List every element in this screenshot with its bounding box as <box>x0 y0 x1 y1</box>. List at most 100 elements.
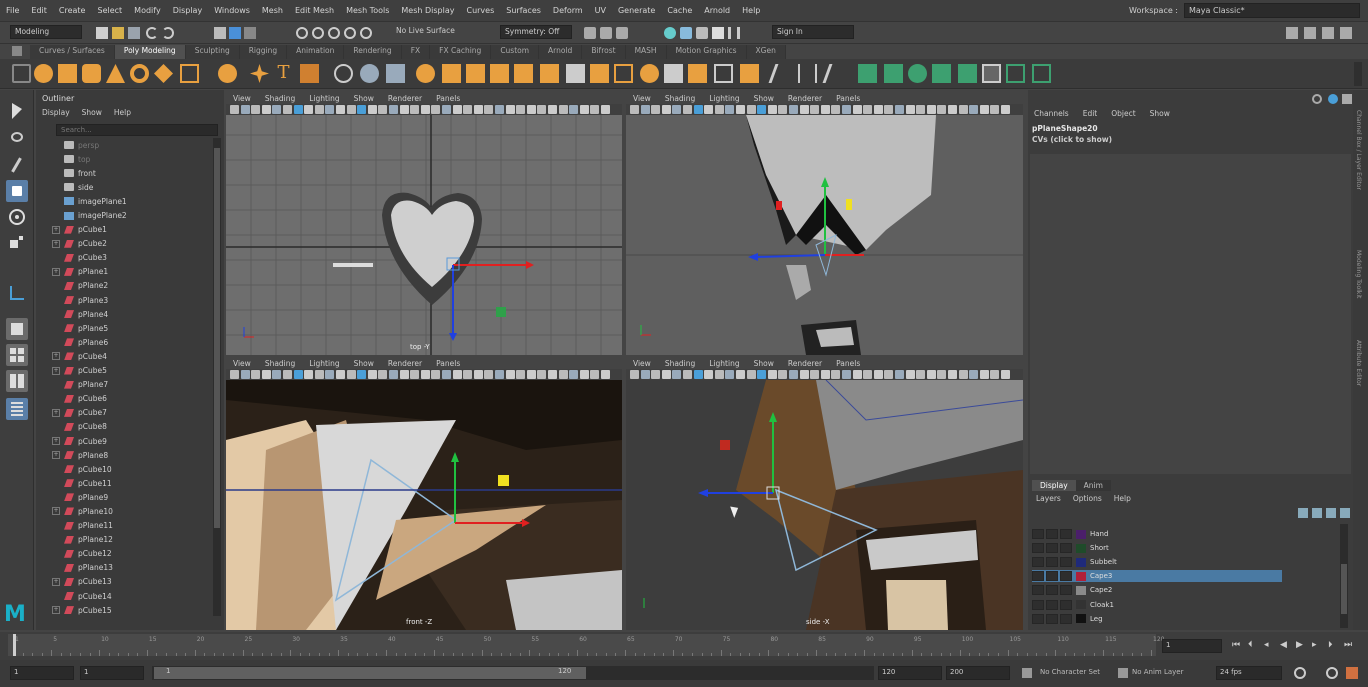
viewport-tool-icon[interactable] <box>569 105 579 114</box>
viewport-menu-shading[interactable]: Shading <box>658 358 702 369</box>
node-name[interactable]: pPlaneShape20 <box>1032 124 1098 133</box>
viewport-tool-icon[interactable] <box>357 105 367 114</box>
pause-icon[interactable] <box>728 27 740 39</box>
shelf-tab-xgen[interactable]: XGen <box>746 45 786 59</box>
boolean-icon[interactable] <box>416 64 435 83</box>
outliner-scrollbar[interactable] <box>213 138 221 616</box>
viewport-tool-icon[interactable] <box>810 105 820 114</box>
viewport-tool-icon[interactable] <box>537 370 547 379</box>
viewport-tool-icon[interactable] <box>558 105 568 114</box>
viewport-menu-view[interactable]: View <box>226 358 258 369</box>
fill-hole-icon[interactable] <box>566 64 585 83</box>
viewport-tool-icon[interactable] <box>579 370 589 379</box>
ipr-render-icon[interactable] <box>616 27 628 39</box>
viewport-tool-icon[interactable] <box>484 105 494 114</box>
menu-mesh-tools[interactable]: Mesh Tools <box>340 6 395 15</box>
viewport-tool-icon[interactable] <box>905 105 915 114</box>
smooth-icon[interactable] <box>386 64 405 83</box>
viewport-tool-icon[interactable] <box>767 370 777 379</box>
shelf-tab-fx[interactable]: FX <box>401 45 431 59</box>
outliner-item[interactable]: pPlane5 <box>50 321 210 335</box>
layer-reference-toggle[interactable] <box>1060 543 1072 554</box>
multi-cut-icon[interactable] <box>768 64 795 83</box>
viewport-tool-icon[interactable] <box>336 370 345 379</box>
viewport-menu-show[interactable]: Show <box>347 93 381 104</box>
snap-grid-icon[interactable] <box>296 27 308 39</box>
outliner-item[interactable]: pPlane6 <box>50 335 210 349</box>
platonic-solid-icon[interactable] <box>218 64 237 83</box>
outliner-item[interactable]: + pCube2 <box>50 237 210 251</box>
spherical-mapping-icon[interactable] <box>908 64 927 83</box>
viewport-tool-icon[interactable] <box>979 105 989 114</box>
viewport-menu-panels[interactable]: Panels <box>429 93 467 104</box>
layer-visibility-toggle[interactable] <box>1032 571 1044 582</box>
poly-disc-icon[interactable] <box>180 64 199 83</box>
layer-color-swatch[interactable] <box>1076 543 1086 553</box>
anim-layer-field[interactable]: No Anim Layer <box>1132 668 1183 676</box>
viewport-tool-icon[interactable] <box>746 105 756 114</box>
paint-select-icon[interactable] <box>6 154 28 176</box>
poly-torus-icon[interactable] <box>130 64 149 83</box>
menu-set-dropdown[interactable]: Modeling <box>10 25 82 39</box>
playback-end-field[interactable]: 120 <box>878 666 942 680</box>
viewport-tool-icon[interactable] <box>442 370 451 379</box>
bridge-icon[interactable] <box>466 64 485 83</box>
viewport-tool-icon[interactable] <box>548 370 557 379</box>
viewport-tool-icon[interactable] <box>640 370 650 379</box>
shelf-tab-animation[interactable]: Animation <box>287 45 345 59</box>
expand-icon[interactable]: + <box>52 451 60 460</box>
outliner-item[interactable]: pCube11 <box>50 476 210 490</box>
viewport-front[interactable]: View Shading Lighting Show Renderer Panels fr… <box>226 358 622 630</box>
viewport-tool-icon[interactable] <box>261 105 271 114</box>
viewport-tool-icon[interactable] <box>863 105 873 114</box>
viewport-tool-icon[interactable] <box>495 105 504 114</box>
layer-move-down-icon[interactable] <box>1340 508 1350 518</box>
viewport-tool-icon[interactable] <box>630 105 639 114</box>
live-surface-field[interactable]: No Live Surface <box>392 25 476 39</box>
viewport-tool-icon[interactable] <box>651 105 661 114</box>
render-frame-icon[interactable] <box>600 27 612 39</box>
menu-uv[interactable]: UV <box>589 6 612 15</box>
cut-uv-icon[interactable] <box>958 64 977 83</box>
outliner-item[interactable]: pPlane7 <box>50 378 210 392</box>
outliner-menu-display[interactable]: Display <box>42 108 70 117</box>
viewport-tool-icon[interactable] <box>399 370 409 379</box>
layer-visibility-toggle[interactable] <box>1032 543 1044 554</box>
new-layer-selected-icon[interactable] <box>1312 508 1322 518</box>
viewport-tool-icon[interactable] <box>283 105 292 114</box>
layer-row[interactable]: Hand <box>1032 528 1282 540</box>
viewport-tool-icon[interactable] <box>579 105 589 114</box>
viewport-tool-icon[interactable] <box>799 370 809 379</box>
outliner-item[interactable]: + pCube15 <box>50 603 210 617</box>
viewport-tool-icon[interactable] <box>484 370 494 379</box>
viewport-tool-icon[interactable] <box>283 370 292 379</box>
poke-icon[interactable] <box>664 64 683 83</box>
shelf-tab-bifrost[interactable]: Bifrost <box>582 45 626 59</box>
layer-menu-options[interactable]: Options <box>1073 494 1102 503</box>
layer-playback-toggle[interactable] <box>1046 613 1058 624</box>
shelf-tab-sculpting[interactable]: Sculpting <box>185 45 240 59</box>
animation-start-field[interactable]: 1 <box>10 666 74 680</box>
layer-reference-toggle[interactable] <box>1060 585 1072 596</box>
layer-playback-toggle[interactable] <box>1046 529 1058 539</box>
combine-icon[interactable] <box>334 64 353 83</box>
viewport-tool-icon[interactable] <box>683 370 692 379</box>
delete-edge-icon[interactable] <box>714 64 733 83</box>
menu-arnold[interactable]: Arnold <box>698 6 736 15</box>
viewport-tool-icon[interactable] <box>516 105 526 114</box>
select-tool-icon[interactable] <box>6 100 28 122</box>
viewport-tool-icon[interactable] <box>431 370 441 379</box>
layer-row[interactable]: Cape3 <box>1032 570 1282 583</box>
modeling-toolkit-icon[interactable] <box>1286 27 1298 39</box>
step-back-icon[interactable]: ⏴ <box>1248 640 1253 650</box>
viewport-tool-icon[interactable] <box>948 370 957 379</box>
channel-box-icon[interactable] <box>1340 27 1352 39</box>
viewport-tool-icon[interactable] <box>346 105 356 114</box>
layer-reference-toggle[interactable] <box>1060 571 1072 582</box>
viewport-tool-icon[interactable] <box>230 370 239 379</box>
snap-plane-icon[interactable] <box>344 27 356 39</box>
outliner-item[interactable]: + pCube13 <box>50 575 210 589</box>
layer-color-swatch[interactable] <box>1076 614 1086 624</box>
animation-end-field[interactable]: 200 <box>946 666 1010 680</box>
uv-editor-icon[interactable] <box>982 64 1001 83</box>
